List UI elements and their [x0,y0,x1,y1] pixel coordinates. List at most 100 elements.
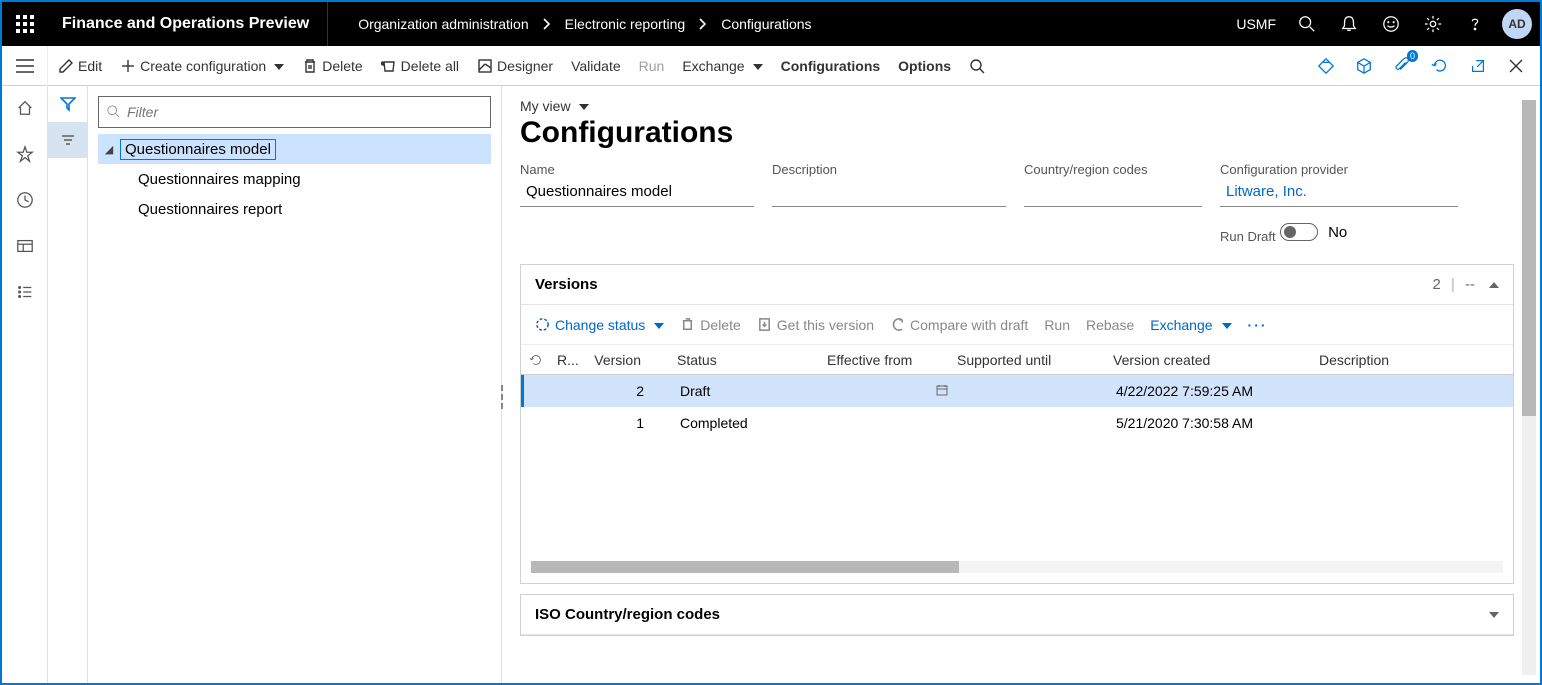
version-row[interactable]: 1 Completed 5/21/2020 7:30:58 AM [521,407,1513,439]
version-delete-button[interactable]: Delete [680,317,740,333]
hamburger-icon[interactable] [2,46,48,86]
options-tab[interactable]: Options [898,58,951,74]
chevron-down-icon [650,317,664,333]
iso-title: ISO Country/region codes [535,606,720,623]
status-icon [535,317,550,332]
versions-dash: -- [1465,276,1475,293]
popout-icon[interactable] [1464,52,1492,80]
help-icon[interactable] [1454,2,1496,46]
vertical-scrollbar[interactable] [1522,100,1536,675]
action-search-icon[interactable] [969,58,985,74]
module-icon[interactable] [2,232,48,260]
tree-filter-input[interactable] [98,96,491,128]
star-icon[interactable] [2,140,48,168]
box-icon[interactable] [1350,52,1378,80]
versions-panel-header[interactable]: Versions 2 | -- [521,265,1513,305]
configurations-tab[interactable]: Configurations [781,58,881,74]
gear-icon[interactable] [1412,2,1454,46]
company-label[interactable]: USMF [1226,16,1286,32]
country-input[interactable] [1024,181,1202,207]
col-version[interactable]: Version [581,352,671,368]
cell-status: Completed [674,415,824,431]
delete-all-button[interactable]: Delete all [381,58,459,74]
bell-icon[interactable] [1328,2,1370,46]
page-title: Configurations [520,116,1514,150]
col-description[interactable]: Description [1313,352,1513,368]
validate-button[interactable]: Validate [571,58,621,74]
version-row[interactable]: 2 Draft 4/22/2022 7:59:25 AM [521,375,1513,407]
delete-button[interactable]: Delete [302,58,362,74]
download-icon [757,317,772,332]
designer-icon [477,58,493,74]
field-provider: Configuration provider Litware, Inc. Run… [1220,162,1458,246]
calendar-icon [936,384,948,396]
name-input[interactable]: Questionnaires model [520,181,754,207]
create-configuration-button[interactable]: Create configuration [120,58,284,74]
tree-item-questionnaires-model[interactable]: ◢ Questionnaires model [98,134,491,164]
tree-item-questionnaires-mapping[interactable]: Questionnaires mapping [98,164,491,194]
chevron-down-icon[interactable] [1485,606,1499,623]
compare-button[interactable]: Compare with draft [890,317,1028,333]
provider-link[interactable]: Litware, Inc. [1220,181,1458,207]
version-exchange-button[interactable]: Exchange [1150,317,1231,333]
my-view-dropdown[interactable]: My view [520,98,1514,114]
cell-effective[interactable] [824,383,954,399]
breadcrumb-item[interactable]: Configurations [721,16,811,32]
col-effective[interactable]: Effective from [821,352,951,368]
left-nav-rail [2,86,48,683]
col-r[interactable]: R... [551,352,581,368]
col-created[interactable]: Version created [1107,352,1313,368]
edit-label: Edit [78,58,102,74]
tree-item-questionnaires-report[interactable]: Questionnaires report [98,194,491,224]
breadcrumb-item[interactable]: Organization administration [358,16,528,32]
horizontal-scrollbar[interactable] [531,561,1503,573]
versions-toolbar: Change status Delete Get this version Co… [521,305,1513,345]
list-icon[interactable] [2,278,48,306]
rundraft-value: No [1328,224,1347,241]
edit-button[interactable]: Edit [58,58,102,74]
change-status-button[interactable]: Change status [535,317,664,333]
field-description: Description [772,162,1006,246]
avatar[interactable]: AD [1502,9,1532,39]
col-supported[interactable]: Supported until [951,352,1107,368]
get-version-button[interactable]: Get this version [757,317,874,333]
designer-button[interactable]: Designer [477,58,553,74]
clock-icon[interactable] [2,186,48,214]
exchange-label: Exchange [682,58,744,74]
exchange-button[interactable]: Exchange [682,58,762,74]
description-input[interactable] [772,181,1006,207]
field-name: Name Questionnaires model [520,162,754,246]
iso-panel-header[interactable]: ISO Country/region codes [521,595,1513,635]
field-country: Country/region codes [1024,162,1202,246]
run-label: Run [639,58,665,74]
filter-bars-icon[interactable] [48,122,87,158]
cell-created: 5/21/2020 7:30:58 AM [1110,415,1316,431]
col-status[interactable]: Status [671,352,821,368]
chevron-down-icon [575,98,589,114]
versions-title: Versions [535,276,598,293]
more-actions-button[interactable]: ··· [1248,317,1268,333]
diamond-icon[interactable] [1312,52,1340,80]
cell-version: 1 [584,415,674,431]
pencil-icon [58,58,74,74]
breadcrumb-item[interactable]: Electronic reporting [565,16,686,32]
rundraft-toggle[interactable] [1280,223,1318,241]
grid-header: R... Version Status Effective from Suppo… [521,345,1513,375]
app-launcher-icon[interactable] [2,2,48,46]
chevron-up-icon[interactable] [1485,276,1499,293]
search-icon[interactable] [1286,2,1328,46]
close-icon[interactable] [1502,52,1530,80]
splitter-handle[interactable] [498,385,506,409]
tree-filter-field[interactable] [127,104,482,120]
top-header: Finance and Operations Preview Organizat… [2,2,1540,46]
collapse-caret-icon[interactable]: ◢ [98,143,120,156]
refresh-column-icon[interactable] [521,353,551,367]
smile-icon[interactable] [1370,2,1412,46]
trash-icon [302,58,318,74]
home-icon[interactable] [2,94,48,122]
delete-all-label: Delete all [401,58,459,74]
versions-grid: R... Version Status Effective from Suppo… [521,345,1513,573]
attachment-icon[interactable]: 0 [1388,52,1416,80]
refresh-icon[interactable] [1426,52,1454,80]
funnel-icon[interactable] [48,86,87,122]
